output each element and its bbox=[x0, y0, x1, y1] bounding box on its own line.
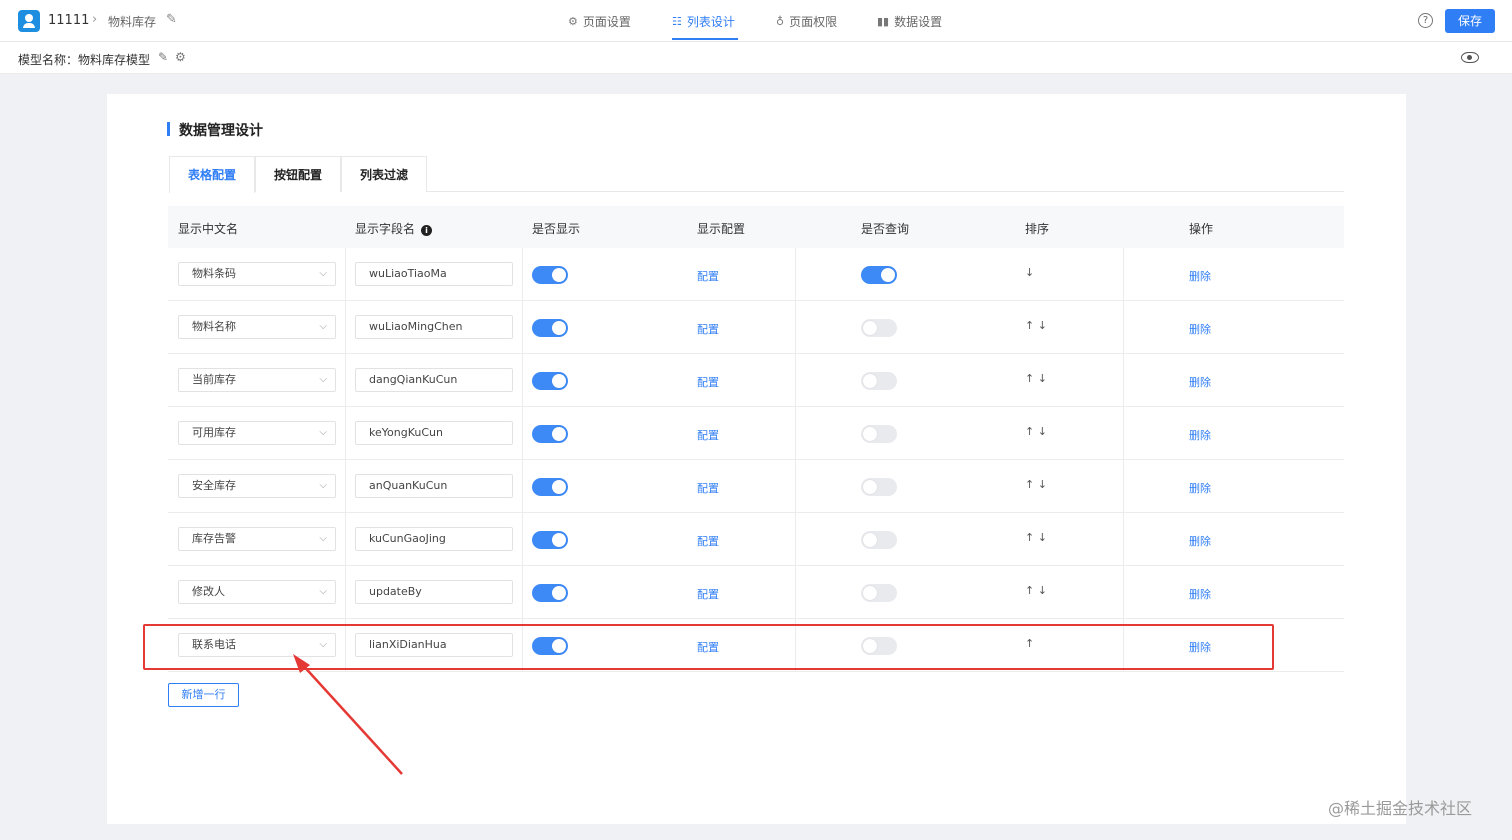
watermark: @稀土掘金技术社区 bbox=[1328, 799, 1473, 818]
callout-arrow bbox=[293, 654, 403, 775]
callout-arrow-line bbox=[299, 661, 403, 775]
